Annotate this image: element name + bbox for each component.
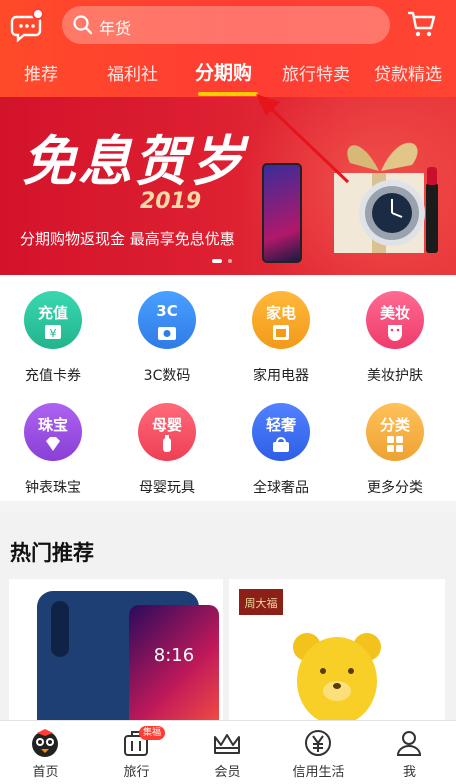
- banner-title: 免息贺岁: [22, 129, 246, 193]
- baby-bottle-icon: 母婴: [138, 403, 196, 461]
- nav-badge: 集福: [139, 726, 166, 740]
- category-recharge[interactable]: 充值 ¥ 充值卡券: [0, 275, 114, 385]
- search-input[interactable]: 年货: [99, 15, 131, 39]
- recharge-icon: 充值 ¥: [24, 291, 82, 349]
- nav-member[interactable]: 会员: [182, 721, 273, 784]
- category-3c[interactable]: 3C 3C数码: [114, 275, 228, 385]
- category-label: 美妆护肤: [367, 368, 423, 384]
- carousel-dot: [228, 259, 232, 263]
- category-jewelry[interactable]: 珠宝 钟表珠宝: [0, 387, 114, 497]
- diamond-glyph: [46, 437, 60, 451]
- phone-camera: [51, 601, 69, 657]
- bottle-glyph: [163, 435, 171, 452]
- tab-installment[interactable]: 分期购: [195, 58, 252, 85]
- category-appliance[interactable]: 家电 家用电器: [228, 275, 342, 385]
- nav-home[interactable]: 首页: [0, 721, 91, 784]
- nav-me[interactable]: 我: [364, 721, 455, 784]
- camera-icon: 3C: [138, 291, 196, 349]
- search-bar[interactable]: 年货: [62, 6, 390, 44]
- carousel-dot-active: [212, 259, 222, 263]
- banner-year: 2019: [140, 189, 202, 214]
- mask-icon: 美妆: [366, 291, 424, 349]
- product-card-gold-bear[interactable]: 周大福: [229, 579, 445, 729]
- category-label: 全球奢品: [253, 480, 309, 496]
- gem-icon: 珠宝: [24, 403, 82, 461]
- category-grid: 充值 ¥ 充值卡券 3C 3C数码 家电 家用电器 美妆 美妆护肤 珠宝 钟表珠…: [0, 275, 456, 501]
- home-mascot-icon: [32, 729, 58, 757]
- nav-label: 首页: [32, 765, 59, 780]
- nav-travel[interactable]: 集福 旅行: [91, 721, 182, 784]
- notification-dot: [32, 8, 44, 20]
- appliance-icon: 家电: [252, 291, 310, 349]
- nav-label: 会员: [214, 765, 241, 780]
- nav-label: 我: [402, 765, 416, 780]
- phone-screen: 8:16: [129, 605, 219, 729]
- banner-subtitle: 分期购物返现金 最高享免息优惠: [20, 230, 235, 248]
- tab-welfare[interactable]: 福利社: [107, 60, 158, 85]
- product-card-phone[interactable]: 8:16: [9, 579, 223, 729]
- tab-travel-sale[interactable]: 旅行特卖: [282, 60, 350, 85]
- category-label: 更多分类: [367, 480, 423, 496]
- crown-icon: [214, 734, 240, 754]
- category-more[interactable]: 分类 更多分类: [342, 387, 456, 497]
- handbag-glyph: [273, 437, 289, 452]
- phone-screen-time: 8:16: [153, 645, 195, 666]
- message-button[interactable]: [10, 8, 46, 44]
- svg-text:¥: ¥: [50, 327, 57, 340]
- camera-glyph: [158, 327, 176, 340]
- cart-button[interactable]: [406, 8, 438, 40]
- category-label: 充值卡券: [25, 368, 81, 384]
- carousel-indicator: [212, 259, 242, 265]
- active-tab-indicator: [198, 92, 258, 96]
- bag-icon: 轻奢: [252, 403, 310, 461]
- category-label: 母婴玩具: [139, 480, 195, 496]
- promo-banner[interactable]: 免息贺岁 2019 分期购物返现金 最高享免息优惠: [0, 97, 456, 275]
- yen-card-glyph: ¥: [45, 325, 61, 340]
- yen-icon: [305, 730, 331, 756]
- user-icon: [396, 731, 422, 756]
- tab-bar: 推荐 福利社 分期购 旅行特卖 贷款精选: [0, 54, 456, 96]
- nav-label: 旅行: [123, 765, 150, 780]
- section-title: 热门推荐: [10, 541, 94, 565]
- nav-credit-life[interactable]: 信用生活: [273, 721, 364, 784]
- header: 年货 推荐 福利社 分期购 旅行特卖 贷款精选: [0, 0, 456, 97]
- category-beauty[interactable]: 美妆 美妆护肤: [342, 275, 456, 385]
- nav-label: 信用生活: [292, 765, 345, 780]
- category-label: 钟表珠宝: [25, 480, 81, 496]
- appliance-glyph: [273, 325, 289, 340]
- category-luxury[interactable]: 轻奢 全球奢品: [228, 387, 342, 497]
- category-label: 3C数码: [143, 368, 191, 384]
- hot-recommend-section: 热门推荐 8:16 周大福: [0, 511, 456, 729]
- tab-loan[interactable]: 贷款精选: [374, 60, 442, 85]
- category-label: 家用电器: [253, 368, 309, 384]
- section-divider: [0, 501, 456, 511]
- four-squares-glyph: [387, 436, 403, 452]
- face-mask-glyph: [388, 325, 402, 341]
- phone-product-image: 8:16: [37, 591, 219, 729]
- search-icon: [73, 15, 93, 35]
- cart-icon: [407, 11, 436, 37]
- tab-recommend[interactable]: 推荐: [24, 60, 58, 85]
- red-arrow-annotation: [256, 94, 350, 184]
- gold-bear-product-image: [293, 633, 381, 725]
- bottom-navigation: 首页 集福 旅行 会员 信用生活 我: [0, 720, 456, 784]
- grid-icon: 分类: [366, 403, 424, 461]
- category-baby[interactable]: 母婴 母婴玩具: [114, 387, 228, 497]
- brand-logo: 周大福: [239, 589, 283, 615]
